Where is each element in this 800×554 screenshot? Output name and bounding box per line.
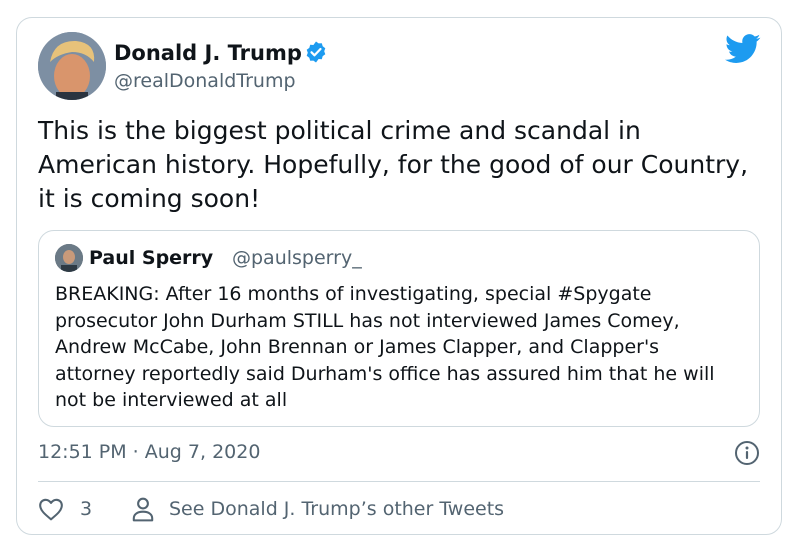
twitter-bird-icon[interactable] (725, 34, 761, 64)
quoted-author-avatar[interactable] (55, 244, 83, 272)
like-count: 3 (80, 498, 93, 520)
person-icon (132, 497, 154, 522)
tweet-text: This is the biggest political crime and … (38, 116, 749, 213)
quoted-author-name[interactable]: Paul Sperry (89, 246, 213, 270)
quoted-author-handle[interactable]: @paulsperry_ (232, 246, 362, 270)
see-other-tweets-label: See Donald J. Trump’s other Tweets (169, 498, 505, 520)
avatar-image (38, 32, 106, 100)
heart-icon (39, 498, 63, 521)
see-other-tweets-link[interactable]: See Donald J. Trump’s other Tweets (131, 496, 504, 522)
tweet-timestamp[interactable]: 12:51 PM · Aug 7, 2020 (38, 440, 260, 464)
author-name[interactable]: Donald J. Trump (114, 40, 302, 66)
quoted-tweet[interactable]: Paul Sperry @paulsperry_ BREAKING: After… (38, 230, 760, 427)
author-handle[interactable]: @realDonaldTrump (114, 69, 296, 93)
quoted-avatar-image (55, 244, 83, 272)
quoted-tweet-text: BREAKING: After 16 months of investigati… (55, 283, 715, 411)
verified-badge-icon (306, 41, 326, 63)
divider (38, 481, 760, 482)
info-icon[interactable] (734, 440, 760, 466)
like-button[interactable]: 3 (38, 496, 92, 522)
author-avatar[interactable] (38, 32, 106, 100)
